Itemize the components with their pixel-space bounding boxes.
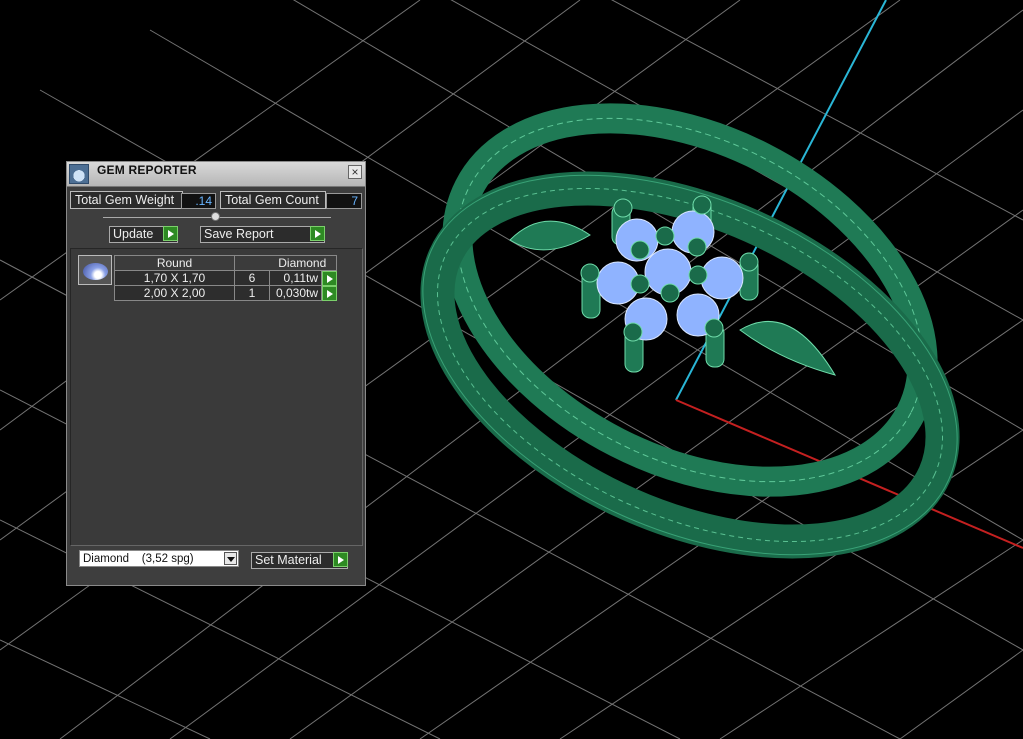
gem-table-header: Round Diamond — [114, 255, 337, 271]
header-shape: Round — [114, 255, 235, 271]
panel-titlebar[interactable]: GEM REPORTER × — [67, 162, 365, 187]
total-gem-count-value: 7 — [326, 193, 362, 209]
gem-table: Round Diamond 1,70 X 1,70 6 0,11tw 2,00 … — [114, 255, 337, 301]
gem-reporter-panel: GEM REPORTER × Total Gem Weight .14 Tota… — [66, 161, 366, 586]
save-report-button-label: Save Report — [204, 227, 274, 241]
gem-reporter-app-icon — [69, 164, 89, 184]
total-gem-weight-label: Total Gem Weight — [70, 191, 183, 209]
update-button-label: Update — [113, 227, 154, 241]
play-icon — [322, 286, 337, 301]
gem-qty: 1 — [234, 285, 270, 301]
select-row-button[interactable] — [321, 285, 337, 301]
total-gem-count-label: Total Gem Count — [220, 191, 326, 209]
gem-qty: 6 — [234, 270, 270, 286]
gem-size: 2,00 X 2,00 — [114, 285, 235, 301]
play-icon — [310, 226, 325, 241]
save-report-button[interactable]: Save Report — [200, 226, 325, 243]
collapse-handle[interactable] — [211, 212, 220, 221]
table-row[interactable]: 1,70 X 1,70 6 0,11tw — [114, 270, 337, 286]
gem-weight: 0,11tw — [269, 270, 322, 286]
ring-model[interactable] — [364, 45, 1015, 631]
set-material-button-label: Set Material — [255, 553, 322, 567]
panel-title: GEM REPORTER — [97, 163, 197, 177]
material-dropdown[interactable]: Diamond (3,52 spg) — [79, 550, 239, 567]
material-dropdown-value: Diamond (3,52 spg) — [83, 553, 194, 565]
gem-weight: 0,030tw — [269, 285, 322, 301]
close-icon[interactable]: × — [348, 165, 362, 179]
dropdown-arrow-icon[interactable] — [224, 552, 237, 565]
select-row-button[interactable] — [321, 270, 337, 286]
table-row[interactable]: 2,00 X 2,00 1 0,030tw — [114, 285, 337, 301]
total-gem-weight-value: .14 — [181, 193, 216, 209]
play-icon — [163, 226, 178, 241]
round-gem-icon — [78, 255, 112, 285]
play-icon — [322, 271, 337, 286]
update-button[interactable]: Update — [109, 226, 178, 243]
play-icon — [333, 552, 348, 567]
gem-list: Round Diamond 1,70 X 1,70 6 0,11tw 2,00 … — [70, 248, 363, 546]
gem-size: 1,70 X 1,70 — [114, 270, 235, 286]
header-count — [234, 255, 270, 271]
header-material: Diamond — [269, 255, 337, 271]
set-material-button[interactable]: Set Material — [251, 552, 348, 569]
